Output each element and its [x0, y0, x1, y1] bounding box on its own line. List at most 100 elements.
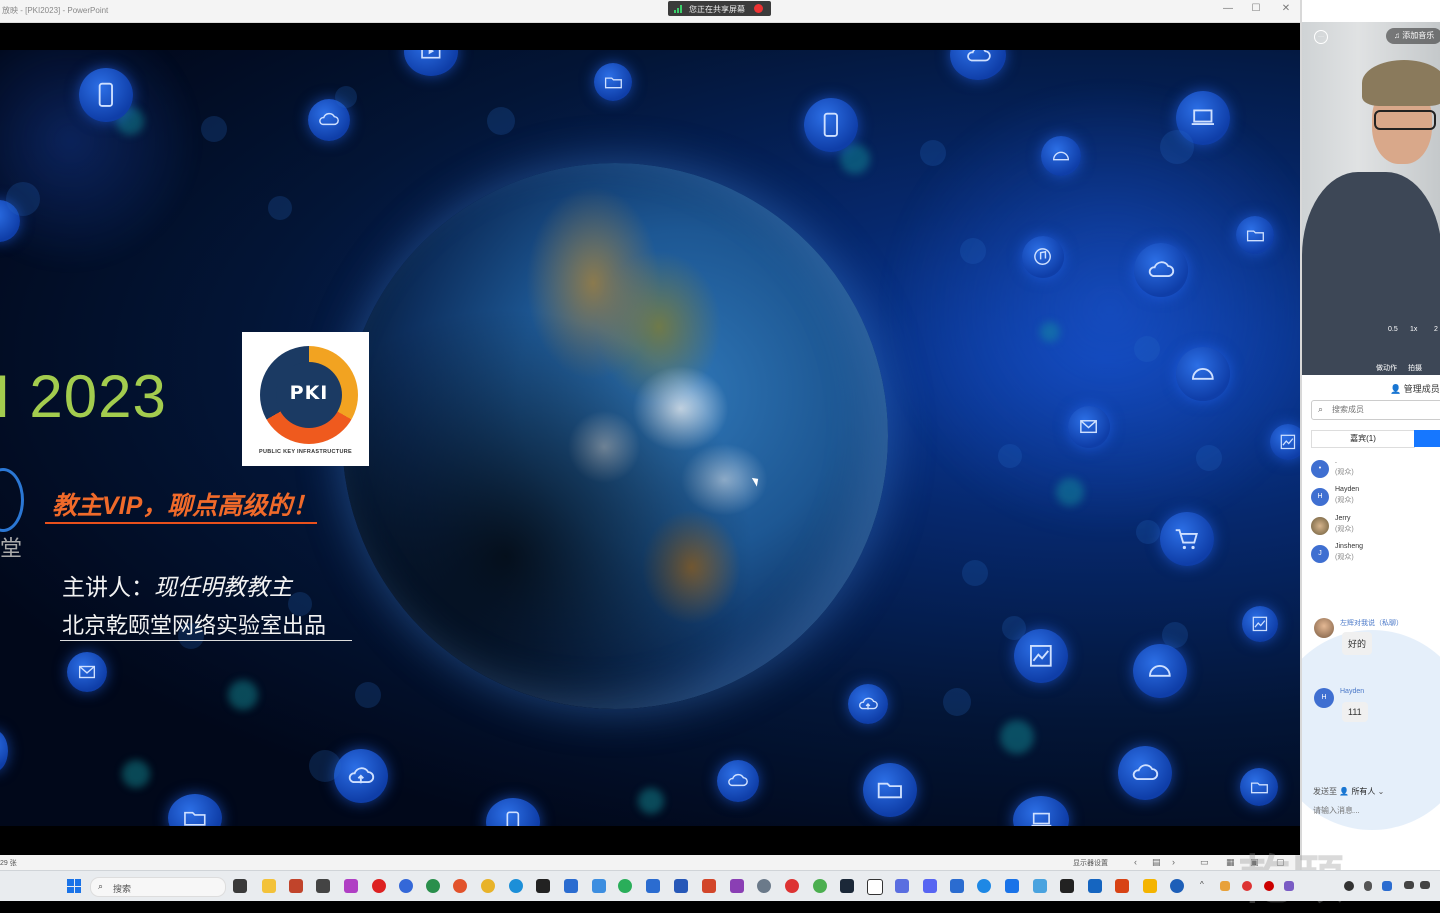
speaker-label: 主讲人：	[62, 574, 154, 600]
screen-share-indicator[interactable]: 您正在共享屏幕	[668, 1, 771, 16]
sorter-view-icon[interactable]: ▦	[1226, 857, 1235, 868]
cloud-icon	[335, 86, 357, 108]
speed-05-button[interactable]: 0.5	[1388, 326, 1398, 333]
discord-icon[interactable]	[923, 879, 937, 893]
teal-dot	[840, 144, 870, 174]
tray-app-icon[interactable]	[1242, 881, 1252, 891]
speed-2-button[interactable]: 2	[1434, 326, 1438, 333]
member-search-box[interactable]: ⌕	[1311, 400, 1440, 420]
network-icon[interactable]	[1404, 881, 1414, 889]
taskbar-search[interactable]: ⌕ 搜索	[90, 877, 226, 897]
send-to-selector[interactable]: 发送至 👤 所有人 ⌄	[1313, 786, 1384, 797]
app-icon[interactable]	[564, 879, 578, 893]
file-explorer-icon[interactable]	[262, 879, 276, 893]
presenter-video: ··· ♫ 添加音乐 0.5 1x 2 做动作 拍摄	[1302, 22, 1440, 375]
tab-guests[interactable]: 嘉宾(1)	[1311, 430, 1415, 448]
add-music-label: 添加音乐	[1402, 31, 1435, 40]
app-icon[interactable]	[1033, 879, 1047, 893]
volume-icon[interactable]	[1420, 881, 1430, 889]
outlook-icon[interactable]	[674, 879, 688, 893]
member-item[interactable]: H Hayden (观众)	[1311, 486, 1440, 512]
slide-heading: I 2023	[0, 363, 167, 430]
capture-button[interactable]: 拍摄	[1408, 363, 1422, 373]
wechat-icon[interactable]	[618, 879, 632, 893]
system-tray-expand[interactable]: ^	[1200, 880, 1204, 889]
member-item[interactable]: J Jinsheng (观众)	[1311, 543, 1440, 569]
more-options-icon[interactable]: ···	[1314, 30, 1328, 44]
manage-members-button[interactable]: 👤 管理成员	[1390, 382, 1440, 395]
avatar: J	[1311, 545, 1329, 563]
powerpoint-icon[interactable]	[702, 879, 716, 893]
avatar: H	[1311, 488, 1329, 506]
prev-slide-icon[interactable]: ‹	[1134, 857, 1137, 867]
member-role: (观众)	[1335, 526, 1354, 533]
app-icon[interactable]	[1143, 879, 1157, 893]
app-icon[interactable]	[1060, 879, 1074, 893]
app-icon[interactable]	[1115, 879, 1129, 893]
microphone-icon[interactable]	[1364, 881, 1372, 891]
app-icon[interactable]	[1005, 879, 1019, 893]
chrome-icon[interactable]	[481, 879, 495, 893]
app-icon[interactable]	[289, 879, 303, 893]
slide-menu-icon[interactable]: ▤	[1152, 857, 1161, 868]
app-icon[interactable]	[426, 879, 440, 893]
next-slide-icon[interactable]: ›	[1172, 857, 1175, 867]
tray-app-icon[interactable]	[1220, 881, 1230, 891]
onenote-icon[interactable]	[730, 879, 744, 893]
maximize-button[interactable]: ☐	[1248, 3, 1264, 14]
tray-app-icon[interactable]	[1284, 881, 1294, 891]
app-icon[interactable]	[316, 879, 330, 893]
folder-icon	[998, 444, 1022, 468]
chart-icon	[1014, 629, 1068, 683]
gauge-icon	[487, 107, 515, 135]
app-icon[interactable]	[813, 879, 827, 893]
app-icon[interactable]	[344, 879, 358, 893]
tab-audience[interactable]	[1414, 430, 1440, 447]
action-button[interactable]: 做动作	[1376, 363, 1397, 373]
app-icon[interactable]	[399, 879, 413, 893]
pki-logo-caption: PUBLIC KEY INFRASTRUCTURE	[259, 449, 352, 455]
member-search-input[interactable]	[1332, 403, 1432, 416]
app-icon[interactable]	[1170, 879, 1184, 893]
tray-app-icon[interactable]	[1344, 881, 1354, 891]
chat-text: 111	[1342, 702, 1368, 722]
speed-1x-button[interactable]: 1x	[1410, 326, 1417, 333]
app-icon[interactable]	[950, 879, 964, 893]
minimize-button[interactable]: —	[1220, 3, 1236, 14]
cloud-icon	[1134, 243, 1188, 297]
chart-icon	[1242, 606, 1278, 642]
record-icon[interactable]	[372, 879, 386, 893]
app-icon[interactable]	[592, 879, 606, 893]
chat-text: 好的	[1342, 632, 1373, 655]
chat-sender: 左辉对我说（私聊）	[1340, 620, 1403, 627]
member-item[interactable]: Jerry (观众)	[1311, 515, 1440, 541]
firefox-icon[interactable]	[453, 879, 467, 893]
search-icon: ⌕	[98, 881, 104, 891]
terminal-icon[interactable]	[536, 879, 550, 893]
app-icon[interactable]	[1088, 879, 1102, 893]
display-settings-button[interactable]: 显示器设置	[1073, 858, 1108, 868]
app-icon[interactable]	[977, 879, 991, 893]
cloud-icon	[1118, 746, 1172, 800]
app-icon[interactable]	[757, 879, 771, 893]
chat-message-input[interactable]	[1313, 806, 1433, 815]
member-item[interactable]: • . (观众)	[1311, 458, 1440, 484]
start-button[interactable]	[67, 879, 81, 893]
add-music-button[interactable]: ♫ 添加音乐	[1386, 28, 1440, 44]
tray-record-icon[interactable]	[1264, 881, 1274, 891]
edge-icon[interactable]	[509, 879, 523, 893]
normal-view-icon[interactable]: ▭	[1200, 857, 1209, 868]
stop-share-button[interactable]	[754, 4, 763, 13]
app-icon[interactable]	[785, 879, 799, 893]
chat-sender: Hayden	[1340, 688, 1365, 695]
app-icon[interactable]	[646, 879, 660, 893]
tray-app-icon[interactable]	[1382, 881, 1392, 891]
close-button[interactable]: ✕	[1278, 3, 1294, 14]
speaker-line: 主讲人：现任明教教主	[62, 568, 292, 602]
notion-icon[interactable]	[867, 879, 883, 895]
slide-canvas: I 2023 PKI PUBLIC KEY INFRASTRUCTURE 堂 教…	[0, 50, 1300, 826]
folder-icon	[962, 560, 988, 586]
task-view-icon[interactable]	[233, 879, 247, 893]
steam-icon[interactable]	[840, 879, 854, 893]
app-icon[interactable]	[895, 879, 909, 893]
